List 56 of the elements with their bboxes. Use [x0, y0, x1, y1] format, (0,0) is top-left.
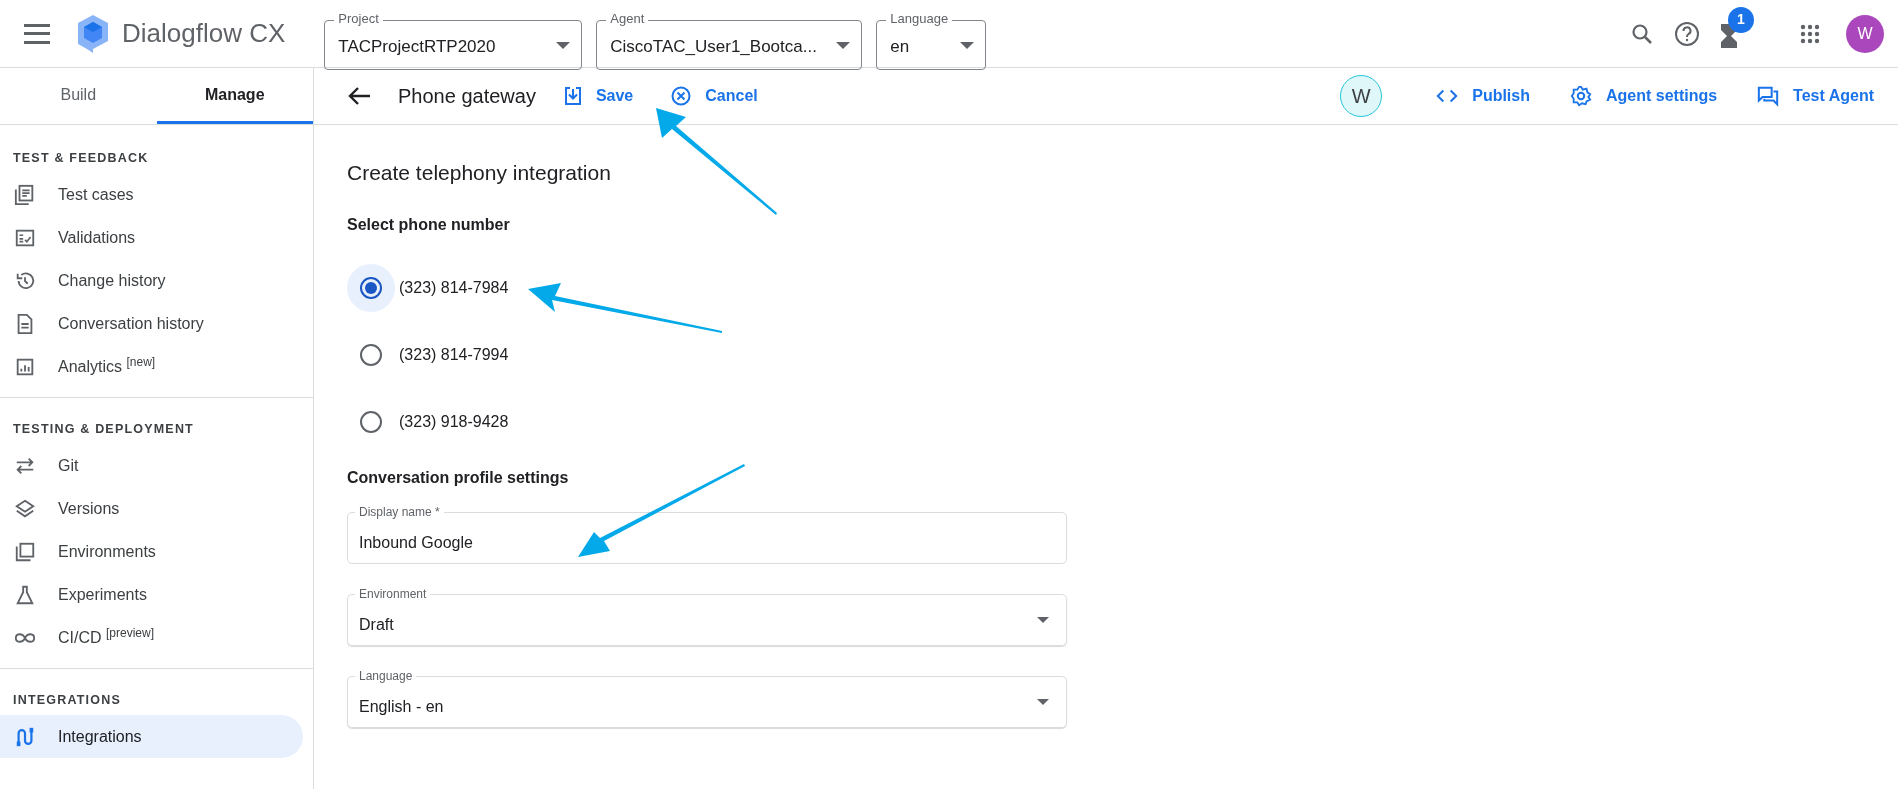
logo-icon: [76, 13, 110, 54]
cancel-button[interactable]: Cancel: [671, 84, 758, 108]
radio-label: (323) 814-7984: [399, 278, 509, 298]
header-action-button[interactable]: Agent settings: [1570, 84, 1718, 108]
chat-bubbles-icon: [1757, 85, 1780, 107]
app-title: Dialogflow CX: [122, 17, 286, 50]
save-button[interactable]: Save: [563, 84, 634, 108]
search-icon[interactable]: [1630, 21, 1654, 46]
stacked-squares-icon: [14, 541, 36, 563]
section-title: INTEGRATIONS: [12, 691, 122, 709]
section-title: TESTING & DEPLOYMENT: [12, 420, 195, 438]
swap-arrows-icon: [14, 455, 36, 477]
layers-icon: [14, 498, 36, 520]
document-list-icon: [14, 184, 36, 207]
back-arrow-icon[interactable]: [348, 86, 372, 106]
radio-button[interactable]: [360, 344, 382, 366]
tab[interactable]: Build: [0, 68, 157, 124]
connector-icon: [14, 725, 36, 748]
apps-grid-icon[interactable]: [1800, 23, 1820, 44]
user-avatar[interactable]: W: [1340, 75, 1383, 117]
radio-button[interactable]: [360, 277, 382, 299]
caret-icon: [556, 41, 571, 49]
header-action-button[interactable]: Publish: [1436, 84, 1530, 108]
account-avatar[interactable]: W: [1846, 14, 1884, 53]
sidebar-item[interactable]: CI/CD $^{[preview]}$: [0, 616, 303, 660]
settings-icon: [1570, 85, 1592, 107]
help-icon[interactable]: [1674, 20, 1700, 47]
flask-icon: [14, 584, 36, 606]
caret-icon: [960, 41, 975, 49]
sidebar-item[interactable]: Conversation history: [0, 302, 303, 346]
save-icon: [563, 87, 582, 105]
radio-label: (323) 814-7994: [399, 345, 509, 365]
tab[interactable]: Manage: [156, 68, 313, 124]
sidebar-item[interactable]: Environments: [0, 530, 303, 574]
menu-icon[interactable]: [24, 23, 50, 44]
sidebar-item[interactable]: Validations: [0, 216, 303, 260]
sidebar-item[interactable]: Analytics $^{[new]}$: [0, 345, 303, 389]
sidebar-item[interactable]: Integrations: [0, 715, 303, 759]
page-title: Phone gateway: [398, 84, 536, 109]
caret-icon: [1037, 698, 1049, 705]
cancel-icon: [671, 86, 692, 106]
header-action-button[interactable]: Test Agent: [1757, 84, 1874, 108]
notification-badge: 1: [1728, 6, 1754, 33]
sidebar-item[interactable]: Git: [0, 444, 303, 488]
section-heading: Conversation profile settings: [347, 467, 570, 488]
section-title: TEST & FEEDBACK: [12, 150, 150, 167]
sidebar-item[interactable]: Experiments: [0, 573, 303, 617]
caret-icon: [836, 41, 851, 49]
radio-label: (323) 918-9428: [399, 412, 509, 432]
section-heading: Select phone number: [347, 214, 511, 235]
sidebar-item[interactable]: Test cases: [0, 173, 303, 217]
sidebar-item[interactable]: Change history: [0, 259, 303, 303]
caret-icon: [1037, 616, 1049, 623]
radio-button[interactable]: [360, 411, 382, 433]
form-title: Create telephony integration: [347, 160, 612, 186]
sidebar-item[interactable]: Versions: [0, 487, 303, 531]
